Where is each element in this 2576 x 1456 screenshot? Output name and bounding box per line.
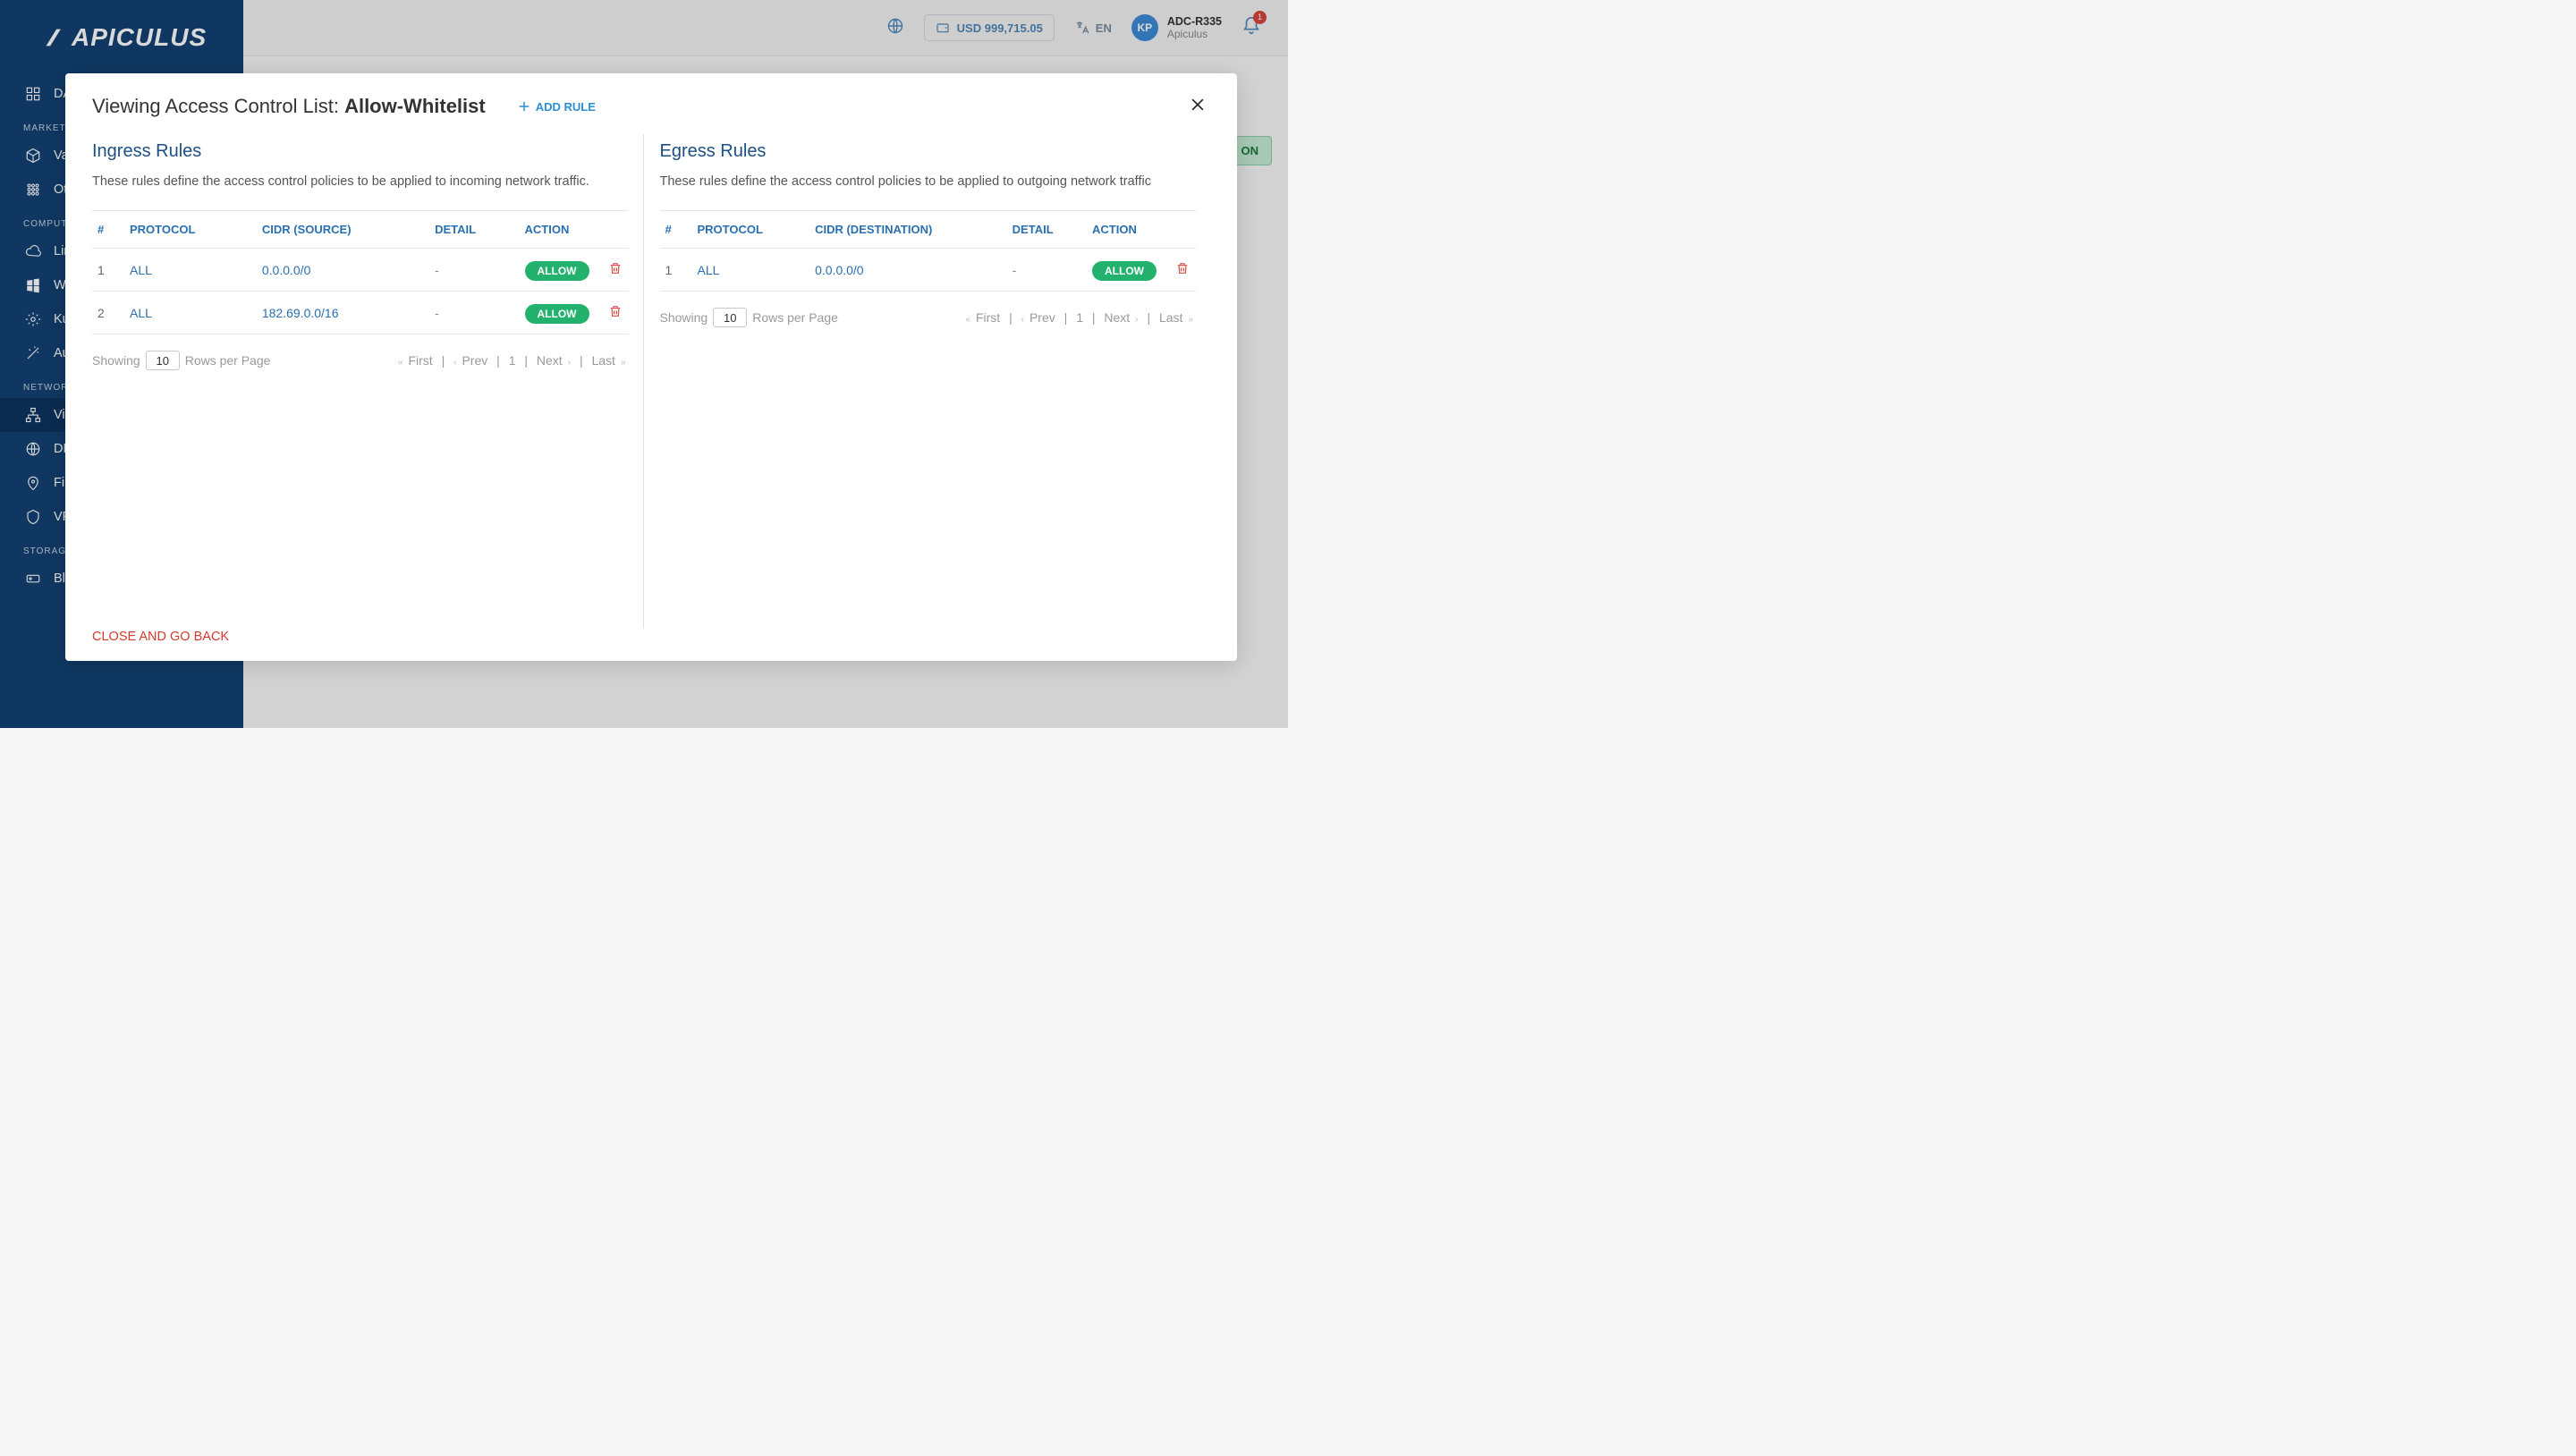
modal-header: Viewing Access Control List: Allow-White… (65, 73, 1237, 134)
add-rule-button[interactable]: ADD RULE (516, 98, 596, 114)
cell-proto: ALL (124, 249, 257, 292)
add-rule-label: ADD RULE (536, 100, 596, 114)
next-caret-icon: › (568, 358, 571, 368)
cell-cidr: 182.69.0.0/16 (257, 292, 429, 334)
pager-page: 1 (1076, 310, 1083, 325)
cell-cidr: 0.0.0.0/0 (257, 249, 429, 292)
trash-icon (1175, 261, 1190, 275)
prev-caret-icon: ‹ (453, 358, 456, 368)
egress-pane: Egress Rules These rules define the acce… (643, 134, 1211, 629)
pager-first[interactable]: First (408, 353, 432, 368)
ingress-desc: These rules define the access control po… (92, 174, 629, 189)
pager-first[interactable]: First (976, 310, 1000, 325)
col-detail: DETAIL (1007, 211, 1087, 249)
modal-title: Viewing Access Control List: Allow-White… (92, 95, 486, 118)
col-idx: # (660, 211, 692, 249)
prev-caret-icon: ‹ (1021, 315, 1024, 325)
trash-icon (608, 304, 623, 318)
close-icon (1189, 96, 1207, 114)
pager-nav: «First | ‹Prev | 1 | Next› | Last» (395, 353, 629, 368)
delete-rule-button[interactable] (608, 307, 623, 321)
modal-title-prefix: Viewing Access Control List: (92, 95, 344, 117)
col-proto: PROTOCOL (692, 211, 810, 249)
cell-proto: ALL (124, 292, 257, 334)
trash-icon (608, 261, 623, 275)
modal-title-name: Allow-Whitelist (344, 95, 486, 117)
col-action: ACTION (1087, 211, 1169, 249)
ingress-pager: Showing Rows per Page «First | ‹Prev | 1… (92, 334, 629, 370)
pager-rows-per: Rows per Page (185, 353, 271, 368)
pager-showing: Showing (92, 353, 140, 368)
egress-pager: Showing Rows per Page «First | ‹Prev | 1… (660, 292, 1197, 327)
allow-badge: ALLOW (525, 261, 589, 281)
close-button[interactable] (1189, 96, 1207, 118)
pager-next[interactable]: Next (537, 353, 563, 368)
last-caret-icon: » (621, 358, 626, 368)
rows-per-page-input[interactable] (146, 351, 180, 370)
pager-prev[interactable]: Prev (1030, 310, 1055, 325)
col-cidr: CIDR (DESTINATION) (809, 211, 1007, 249)
col-cidr: CIDR (SOURCE) (257, 211, 429, 249)
modal-footer: CLOSE AND GO BACK (65, 629, 1237, 661)
next-caret-icon: › (1135, 315, 1138, 325)
table-row: 1 ALL 0.0.0.0/0 - ALLOW (660, 249, 1197, 292)
col-action: ACTION (520, 211, 602, 249)
cell-proto: ALL (692, 249, 810, 292)
last-caret-icon: » (1188, 315, 1193, 325)
cell-idx: 2 (92, 292, 124, 334)
first-caret-icon: « (965, 315, 970, 325)
pager-prev[interactable]: Prev (462, 353, 487, 368)
allow-badge: ALLOW (1092, 261, 1157, 281)
pager-last[interactable]: Last (1159, 310, 1182, 325)
egress-desc: These rules define the access control po… (660, 174, 1197, 189)
cell-idx: 1 (660, 249, 692, 292)
col-detail: DETAIL (429, 211, 519, 249)
cell-detail: - (429, 292, 519, 334)
egress-heading: Egress Rules (660, 141, 1197, 162)
table-row: 2 ALL 182.69.0.0/16 - ALLOW (92, 292, 629, 334)
allow-badge: ALLOW (525, 304, 589, 324)
close-and-go-back-button[interactable]: CLOSE AND GO BACK (92, 630, 229, 644)
acl-modal: Viewing Access Control List: Allow-White… (65, 73, 1237, 661)
first-caret-icon: « (398, 358, 403, 368)
pager-page: 1 (509, 353, 516, 368)
egress-table: # PROTOCOL CIDR (DESTINATION) DETAIL ACT… (660, 210, 1197, 292)
ingress-pane: Ingress Rules These rules define the acc… (92, 134, 643, 629)
pager-next[interactable]: Next (1104, 310, 1130, 325)
pager-last[interactable]: Last (591, 353, 614, 368)
pager-rows-per: Rows per Page (752, 310, 838, 325)
delete-rule-button[interactable] (608, 264, 623, 278)
modal-body: Ingress Rules These rules define the acc… (65, 134, 1237, 629)
ingress-heading: Ingress Rules (92, 141, 629, 162)
plus-icon (516, 98, 532, 114)
cell-cidr: 0.0.0.0/0 (809, 249, 1007, 292)
col-idx: # (92, 211, 124, 249)
cell-idx: 1 (92, 249, 124, 292)
pager-showing: Showing (660, 310, 708, 325)
col-proto: PROTOCOL (124, 211, 257, 249)
rows-per-page-input[interactable] (713, 308, 747, 327)
cell-detail: - (429, 249, 519, 292)
ingress-table: # PROTOCOL CIDR (SOURCE) DETAIL ACTION 1… (92, 210, 629, 334)
table-row: 1 ALL 0.0.0.0/0 - ALLOW (92, 249, 629, 292)
pager-nav: «First | ‹Prev | 1 | Next› | Last» (962, 310, 1196, 325)
delete-rule-button[interactable] (1175, 264, 1190, 278)
cell-detail: - (1007, 249, 1087, 292)
